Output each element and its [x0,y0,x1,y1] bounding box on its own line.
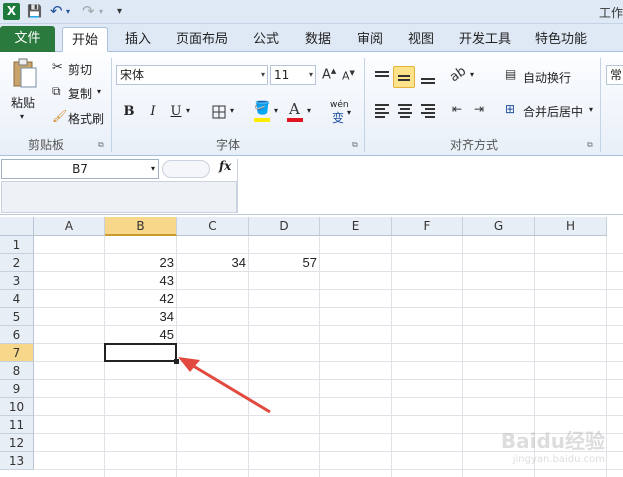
annotation-arrow [178,357,271,414]
watermark: Baidu经验 jingyan.baidu.com [501,425,605,465]
arrow-shaft [189,362,271,414]
watermark-url: jingyan.baidu.com [512,454,605,465]
watermark-brand: Baidu经验 [500,429,605,453]
